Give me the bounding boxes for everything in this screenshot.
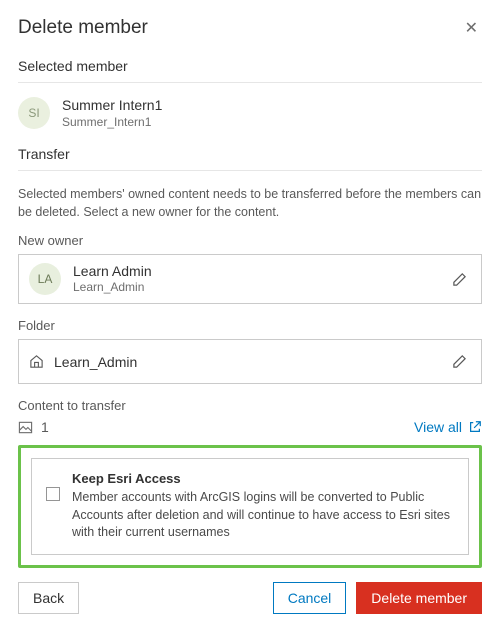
divider <box>18 82 482 83</box>
avatar: SI <box>18 97 50 129</box>
footer-right: Cancel Delete member <box>273 582 482 614</box>
new-owner-field[interactable]: LA Learn Admin Learn_Admin <box>18 254 482 305</box>
content-to-transfer-label: Content to transfer <box>18 398 482 413</box>
owner-name: Learn Admin <box>73 263 436 281</box>
dialog-header: Delete member ✕ <box>18 16 482 40</box>
folder-label: Folder <box>18 318 482 333</box>
keep-esri-access-title: Keep Esri Access <box>72 471 454 486</box>
selected-member-label: Selected member <box>18 58 482 74</box>
dialog-title: Delete member <box>18 17 148 39</box>
delete-member-button[interactable]: Delete member <box>356 582 482 614</box>
content-count-row: 1 View all <box>18 419 482 435</box>
dialog-footer: Back Cancel Delete member <box>18 582 482 614</box>
keep-esri-access-checkbox[interactable] <box>46 487 60 501</box>
keep-esri-access-highlight: Keep Esri Access Member accounts with Ar… <box>18 445 482 568</box>
avatar: LA <box>29 263 61 295</box>
keep-esri-access-text: Keep Esri Access Member accounts with Ar… <box>72 471 454 542</box>
close-icon[interactable]: ✕ <box>461 16 482 40</box>
content-count-value: 1 <box>41 419 49 435</box>
view-all-text: View all <box>414 419 462 435</box>
folder-field[interactable]: Learn_Admin <box>18 339 482 384</box>
selected-member-row: SI Summer Intern1 Summer_Intern1 <box>18 97 482 130</box>
selected-member-username: Summer_Intern1 <box>62 115 162 130</box>
transfer-label: Transfer <box>18 146 482 162</box>
external-link-icon <box>468 420 482 434</box>
divider <box>18 170 482 171</box>
image-icon <box>18 420 33 435</box>
new-owner-label: New owner <box>18 233 482 248</box>
transfer-description: Selected members' owned content needs to… <box>18 185 482 221</box>
owner-username: Learn_Admin <box>73 280 436 295</box>
folder-value: Learn_Admin <box>54 354 438 370</box>
pencil-icon[interactable] <box>448 350 471 373</box>
home-icon <box>29 354 44 369</box>
back-button[interactable]: Back <box>18 582 79 614</box>
keep-esri-access-option[interactable]: Keep Esri Access Member accounts with Ar… <box>31 458 469 555</box>
view-all-link[interactable]: View all <box>414 419 482 435</box>
content-count: 1 <box>18 419 49 435</box>
owner-text: Learn Admin Learn_Admin <box>73 263 436 296</box>
selected-member-text: Summer Intern1 Summer_Intern1 <box>62 97 162 130</box>
delete-member-dialog: Delete member ✕ Selected member SI Summe… <box>0 0 500 628</box>
selected-member-name: Summer Intern1 <box>62 97 162 115</box>
cancel-button[interactable]: Cancel <box>273 582 347 614</box>
pencil-icon[interactable] <box>448 268 471 291</box>
keep-esri-access-description: Member accounts with ArcGIS logins will … <box>72 489 454 542</box>
